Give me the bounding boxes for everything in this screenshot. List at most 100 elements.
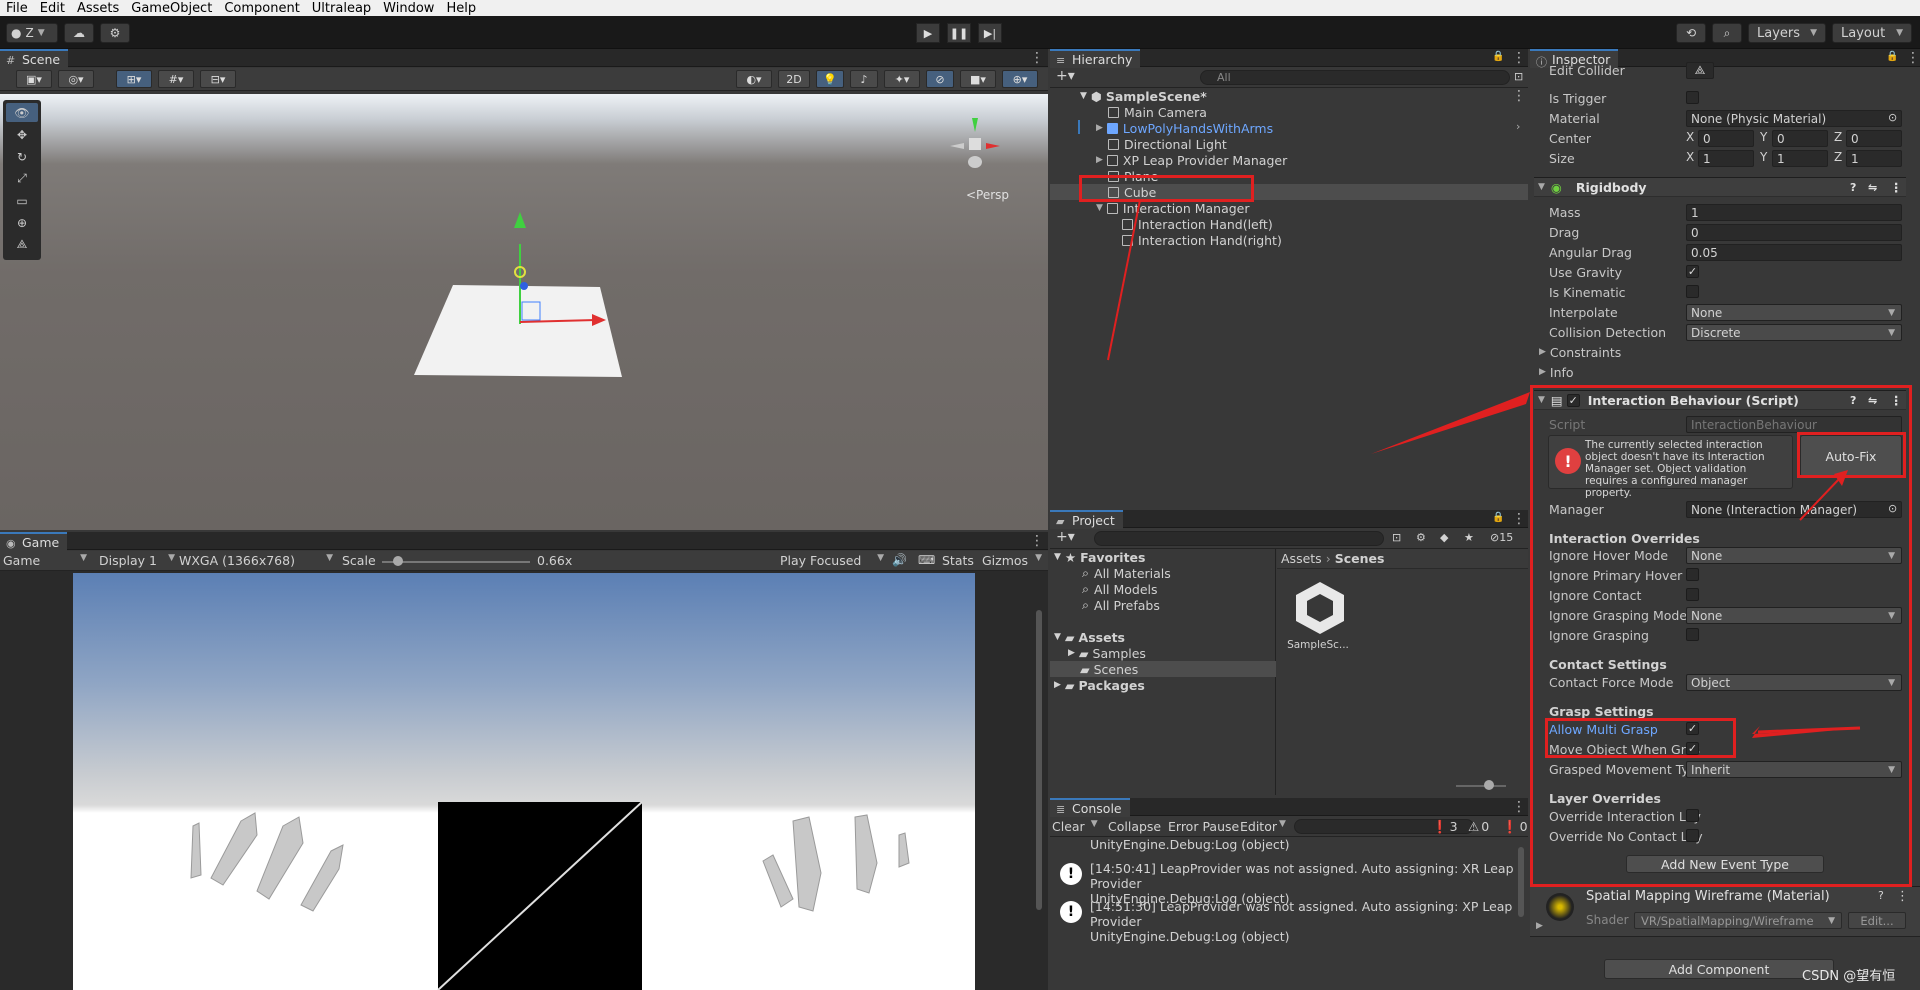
- gizmos-toggle[interactable]: ⊕▾: [1002, 70, 1038, 88]
- kebab-icon[interactable]: ⋮: [1030, 533, 1044, 549]
- kebab-icon[interactable]: ⋮: [1512, 799, 1526, 815]
- rect-tool-icon[interactable]: ▭: [6, 191, 38, 210]
- menu-gameobject[interactable]: GameObject: [125, 1, 218, 16]
- grid-snap-button[interactable]: ⊞▾: [116, 70, 152, 88]
- kebab-icon[interactable]: ⋮: [1890, 180, 1903, 195]
- error-pause-button[interactable]: Error Pause: [1168, 819, 1239, 834]
- perspective-label[interactable]: <Persp: [966, 188, 1009, 202]
- hierarchy-item-interaction-manager[interactable]: ▼ Interaction Manager: [1096, 200, 1250, 216]
- drag-field[interactable]: 0: [1686, 224, 1902, 241]
- tree-item-all-materials[interactable]: ⌕ All Materials: [1082, 565, 1171, 581]
- camera-icon[interactable]: ■▾: [960, 70, 996, 88]
- interpolate-dropdown[interactable]: None ▼: [1686, 304, 1902, 321]
- ruler-icon[interactable]: ⊟▾: [200, 70, 236, 88]
- center-y-field[interactable]: 0: [1772, 130, 1828, 147]
- star-icon[interactable]: ★: [1464, 531, 1474, 544]
- search-icon[interactable]: ⌕: [1712, 23, 1742, 43]
- shading-button[interactable]: ◐▾: [736, 70, 772, 88]
- tree-item-scenes[interactable]: ▰ Scenes: [1080, 661, 1138, 677]
- hierarchy-item-hand-right[interactable]: Interaction Hand(right): [1122, 232, 1282, 248]
- add-component-button[interactable]: Add Component: [1604, 959, 1834, 979]
- angular-drag-field[interactable]: 0.05: [1686, 244, 1902, 261]
- hierarchy-item-directional-light[interactable]: Directional Light: [1108, 136, 1227, 152]
- use-gravity-checkbox[interactable]: ✓: [1686, 265, 1699, 278]
- filter-icon[interactable]: ⚙: [1416, 531, 1426, 544]
- gizmos-dropdown[interactable]: Gizmos ▼: [982, 553, 1042, 568]
- console-line-partial[interactable]: UnityEngine.Debug:Log (object): [1090, 837, 1528, 852]
- transform-tool-icon[interactable]: ⊕: [6, 213, 38, 232]
- mass-field[interactable]: 1: [1686, 204, 1902, 221]
- grid-icon[interactable]: #▾: [158, 70, 194, 88]
- editor-dropdown[interactable]: Editor ▼: [1240, 819, 1286, 834]
- tree-item-packages[interactable]: ▶ ▰ Packages: [1054, 677, 1145, 693]
- menu-assets[interactable]: Assets: [71, 1, 125, 16]
- hierarchy-item-samplescene[interactable]: ▼ ⬢ SampleScene*: [1080, 88, 1207, 104]
- project-search-input[interactable]: [1094, 531, 1384, 546]
- search-filter-icon[interactable]: ⊡: [1514, 70, 1523, 83]
- effects-icon[interactable]: ✦▾: [884, 70, 920, 88]
- help-icon[interactable]: ?: [1850, 181, 1856, 194]
- rigidbody-header[interactable]: ▼ ◉ Rigidbody ? ⇋ ⋮: [1534, 177, 1906, 197]
- kebab-icon[interactable]: ⋮: [1030, 50, 1044, 66]
- chevron-right-icon[interactable]: ›: [1516, 120, 1520, 133]
- menu-window[interactable]: Window: [377, 1, 440, 16]
- tab-game[interactable]: ◉ Game: [0, 532, 68, 551]
- clear-dropdown[interactable]: Clear ▼: [1052, 819, 1098, 834]
- rotate-tool-icon[interactable]: ↻: [6, 147, 38, 166]
- icon-size-slider-handle[interactable]: [1484, 780, 1494, 790]
- resolution-dropdown[interactable]: WXGA (1366x768) ▼: [179, 553, 333, 568]
- is-kinematic-checkbox[interactable]: [1686, 285, 1699, 298]
- breadcrumb-scenes[interactable]: Scenes: [1335, 551, 1385, 566]
- kebab-icon[interactable]: ⋮: [1896, 889, 1909, 904]
- game-mode-dropdown[interactable]: Game ▼: [3, 553, 87, 568]
- kebab-icon[interactable]: ⋮: [1906, 50, 1920, 66]
- step-button[interactable]: ▶|: [978, 23, 1002, 43]
- lock-icon[interactable]: 🔒: [1492, 512, 1504, 523]
- size-z-field[interactable]: 1: [1846, 150, 1902, 167]
- is-trigger-checkbox[interactable]: [1686, 91, 1699, 104]
- breadcrumb-assets[interactable]: Assets: [1281, 551, 1322, 566]
- asset-samplescene[interactable]: SampleSc...: [1287, 580, 1350, 660]
- search-by-type-icon[interactable]: ⊡: [1392, 531, 1401, 544]
- tree-item-assets[interactable]: ▼ ▰ Assets: [1054, 629, 1125, 645]
- layers-dropdown[interactable]: Layers ▼: [1748, 23, 1826, 43]
- help-icon[interactable]: ?: [1878, 889, 1884, 902]
- account-dropdown[interactable]: ● Z ▼: [6, 23, 58, 43]
- center-z-field[interactable]: 0: [1846, 130, 1902, 147]
- game-view[interactable]: [73, 573, 975, 990]
- tree-item-samples[interactable]: ▶ ▰ Samples: [1068, 645, 1146, 661]
- shader-dropdown[interactable]: VR/SpatialMapping/Wireframe ▼: [1634, 912, 1842, 929]
- menu-help[interactable]: Help: [440, 1, 482, 16]
- tree-item-all-prefabs[interactable]: ⌕ All Prefabs: [1082, 597, 1160, 613]
- center-x-field[interactable]: 0: [1698, 130, 1754, 147]
- display-dropdown[interactable]: Display 1 ▼: [99, 553, 175, 568]
- label-icon[interactable]: ◆: [1440, 531, 1448, 544]
- kebab-icon[interactable]: ⋮: [1512, 88, 1526, 104]
- mute-audio-icon[interactable]: 🔊: [892, 553, 907, 567]
- console-message-2[interactable]: ! [14:51:30] LeapProvider was not assign…: [1060, 899, 1520, 944]
- collab-icon[interactable]: ⚙: [100, 23, 130, 43]
- globe-icon[interactable]: ◎▾: [58, 70, 94, 88]
- tree-item-all-models[interactable]: ⌕ All Models: [1082, 581, 1158, 597]
- kebab-icon[interactable]: ⋮: [1512, 50, 1526, 66]
- play-mode-dropdown[interactable]: Play Focused ▼: [780, 553, 884, 568]
- menu-edit[interactable]: Edit: [34, 1, 71, 16]
- menu-ultraleap[interactable]: Ultraleap: [306, 1, 377, 16]
- mode-2d-button[interactable]: 2D: [778, 70, 810, 88]
- tab-hierarchy[interactable]: ≡ Hierarchy: [1050, 49, 1141, 68]
- constraints-foldout[interactable]: ▶ Constraints: [1539, 343, 1621, 361]
- tab-console[interactable]: ≣ Console: [1050, 798, 1130, 817]
- hierarchy-item-xp-leap-provider[interactable]: ▶ XP Leap Provider Manager: [1096, 152, 1287, 168]
- object-picker-icon[interactable]: ⊙: [1888, 111, 1897, 124]
- hierarchy-search-input[interactable]: All: [1200, 70, 1510, 85]
- scale-tool-icon[interactable]: ⤢: [6, 169, 38, 188]
- stats-button[interactable]: Stats: [942, 553, 974, 568]
- pause-button[interactable]: ❚❚: [947, 23, 971, 43]
- collision-detection-dropdown[interactable]: Discrete ▼: [1686, 324, 1902, 341]
- layout-dropdown[interactable]: Layout ▼: [1832, 23, 1912, 43]
- cloud-icon[interactable]: ☁: [64, 23, 94, 43]
- shader-edit-button[interactable]: Edit...: [1848, 912, 1906, 929]
- collapse-button[interactable]: Collapse: [1108, 819, 1161, 834]
- view-tool-icon[interactable]: 👁: [6, 103, 38, 122]
- move-tool-icon[interactable]: ✥: [6, 125, 38, 144]
